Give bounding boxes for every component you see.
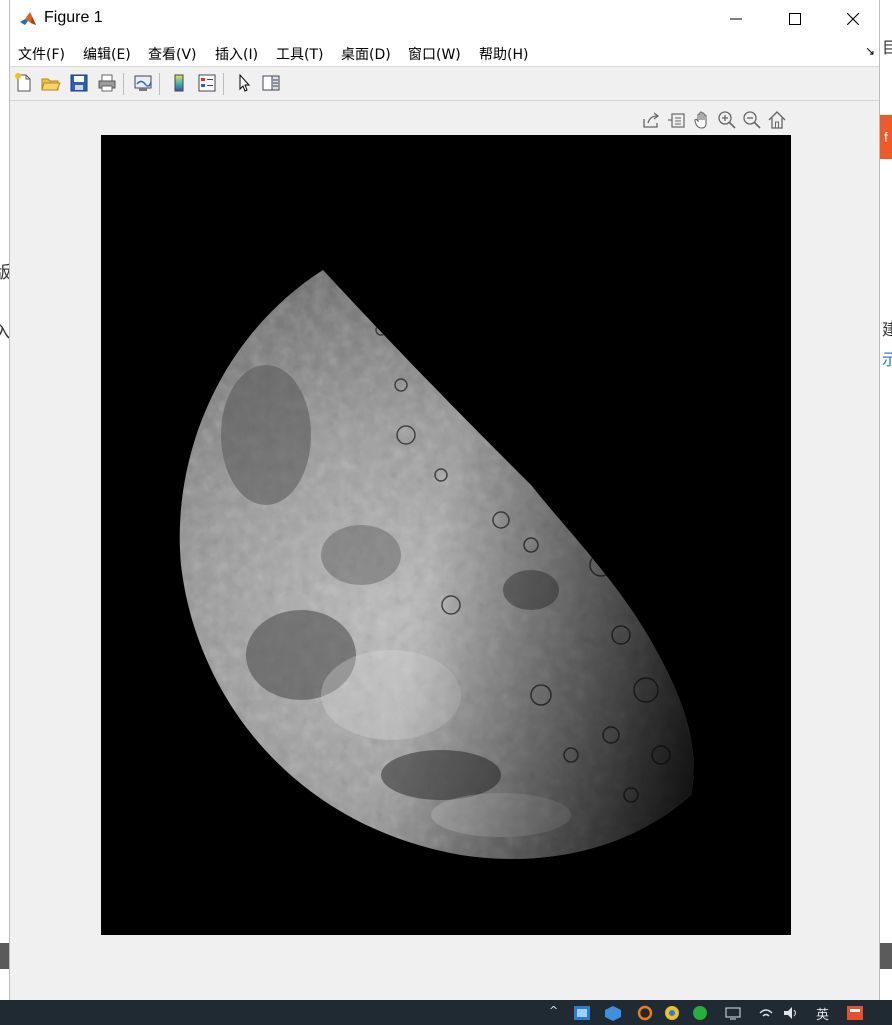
new-figure-icon [15, 73, 31, 92]
pan-hand-icon [694, 111, 707, 129]
window-title: Figure 1 [44, 9, 103, 26]
background-bar [880, 943, 892, 969]
menu-help[interactable]: 帮助(H) [479, 44, 528, 64]
background-bar [0, 943, 9, 969]
minimize-icon [730, 18, 742, 20]
property-inspector-button[interactable] [260, 72, 282, 94]
close-button[interactable] [824, 0, 882, 38]
print-button[interactable] [96, 72, 118, 94]
title-bar[interactable]: Figure 1 [10, 0, 879, 38]
background-link: 示 [882, 350, 892, 369]
taskbar: ^ 英 [0, 1000, 892, 1025]
maximize-button[interactable] [766, 0, 824, 38]
insert-legend-icon [198, 74, 216, 92]
toolbar-separator [123, 73, 124, 95]
edit-plot-pointer-icon [239, 73, 251, 92]
tray-wifi-icon[interactable] [758, 1005, 774, 1021]
restore-view-button[interactable] [766, 109, 788, 131]
close-icon [847, 13, 859, 25]
tray-network-icon[interactable] [724, 1005, 742, 1021]
tray-cube-icon[interactable] [604, 1005, 622, 1021]
save-button[interactable] [68, 72, 90, 94]
export-button[interactable] [640, 109, 662, 131]
image-axes[interactable] [101, 135, 791, 935]
brush-data-icon [668, 113, 685, 128]
tray-wechat-icon[interactable] [692, 1005, 708, 1021]
menu-tools[interactable]: 工具(T) [276, 44, 323, 64]
toolbar-separator [159, 73, 160, 95]
tray-security-icon[interactable] [637, 1005, 653, 1021]
menu-window[interactable]: 窗口(W) [408, 44, 461, 64]
zoom-out-icon [743, 111, 761, 129]
menu-dock-arrow-icon[interactable]: ↘ [865, 44, 875, 58]
tray-app2-icon[interactable] [846, 1005, 864, 1021]
link-plot-icon [134, 75, 152, 91]
figure-toolbar [10, 67, 879, 101]
pan-button[interactable] [691, 109, 713, 131]
figure-canvas [10, 101, 879, 1000]
tray-volume-icon[interactable] [782, 1005, 800, 1021]
property-inspector-icon [262, 75, 280, 91]
maximize-icon [789, 13, 801, 25]
insert-colorbar-icon [174, 74, 184, 92]
tray-app-icon[interactable] [573, 1005, 591, 1021]
toolbar-separator [223, 73, 224, 95]
tray-expand-icon[interactable]: ^ [549, 1004, 558, 1017]
restore-view-home-icon [768, 111, 786, 129]
menu-insert[interactable]: 插入(I) [215, 44, 258, 64]
insert-legend-button[interactable] [196, 72, 218, 94]
open-file-button[interactable] [40, 72, 62, 94]
minimize-button[interactable] [707, 0, 765, 38]
background-badge: f [880, 115, 892, 159]
background-app-left: 版 ， 入 [0, 0, 11, 1000]
link-plot-button[interactable] [132, 72, 154, 94]
background-app-right: 目 f 建 示 [880, 0, 892, 1000]
new-figure-button[interactable] [13, 72, 35, 94]
menu-edit[interactable]: 编辑(E) [83, 44, 131, 64]
input-method-indicator[interactable]: 英 [816, 1004, 829, 1023]
edit-plot-button[interactable] [233, 72, 255, 94]
menu-bar: 文件(F) 编辑(E) 查看(V) 插入(I) 工具(T) 桌面(D) 窗口(W… [10, 38, 879, 67]
background-text: 建 [882, 320, 892, 339]
tray-chrome-icon[interactable] [664, 1005, 680, 1021]
open-file-icon [41, 78, 61, 91]
menu-view[interactable]: 查看(V) [148, 44, 197, 64]
brush-data-button[interactable] [666, 109, 688, 131]
figure-window: Figure 1 文件(F) 编辑(E) 查看(V) 插入(I) 工具(T) 桌… [9, 0, 880, 1000]
menu-file[interactable]: 文件(F) [18, 44, 65, 64]
matlab-logo-icon [19, 10, 37, 28]
save-icon [70, 74, 88, 92]
zoom-in-button[interactable] [716, 109, 738, 131]
zoom-out-button[interactable] [741, 109, 763, 131]
zoom-in-icon [718, 111, 736, 129]
export-icon [643, 112, 660, 128]
background-text: 目 [882, 38, 892, 57]
moon-image [101, 135, 791, 935]
insert-colorbar-button[interactable] [168, 72, 190, 94]
menu-desktop[interactable]: 桌面(D) [341, 44, 391, 64]
print-icon [98, 74, 116, 92]
